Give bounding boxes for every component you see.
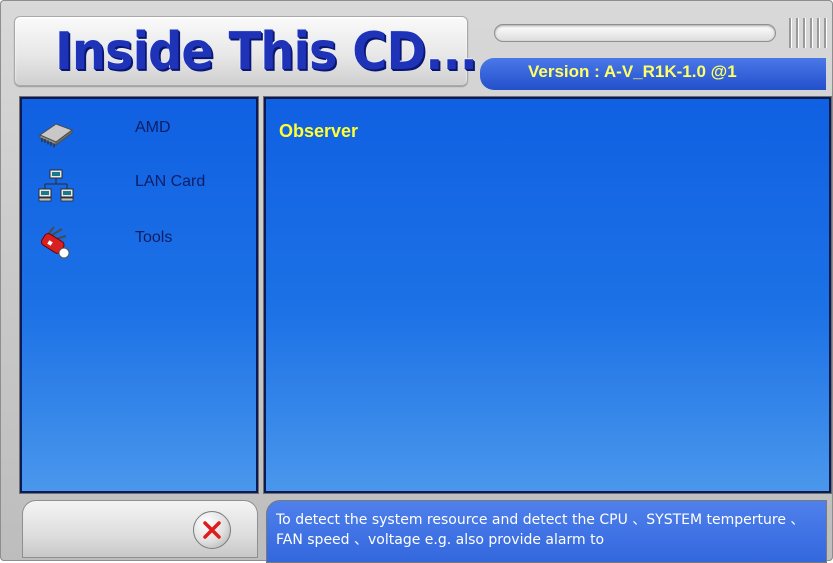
content-panel: Observer xyxy=(264,97,831,493)
sidebar-item-label: Tools xyxy=(135,229,173,246)
chip-icon xyxy=(36,115,76,149)
version-label: Version : A-V_R1K-1.0 @1 xyxy=(528,62,737,81)
description-box: To detect the system resource and detect… xyxy=(266,500,827,563)
sidebar-item-label: LAN Card xyxy=(135,173,206,190)
sidebar-item-lan-card[interactable]: LAN Card xyxy=(30,163,250,207)
description-text: To detect the system resource and detect… xyxy=(276,512,805,548)
app-window: Inside This CD... Version : A-V_R1K-1.0 … xyxy=(0,0,833,563)
tools-icon xyxy=(36,225,76,259)
sidebar-panel: AMD LAN Card Tools xyxy=(20,97,258,493)
sidebar-item-label: AMD xyxy=(135,119,171,136)
content-title: Observer xyxy=(279,121,359,141)
app-title: Inside This CD... xyxy=(55,22,478,82)
exit-area xyxy=(22,500,258,558)
network-icon xyxy=(36,169,76,203)
exit-button[interactable] xyxy=(193,511,231,549)
sidebar-item-amd[interactable]: AMD xyxy=(30,109,250,153)
close-icon xyxy=(203,521,221,539)
decorative-ticks xyxy=(789,18,827,48)
title-banner: Inside This CD... xyxy=(14,16,478,86)
progress-pill xyxy=(494,24,776,42)
sidebar-item-tools[interactable]: Tools xyxy=(30,219,250,263)
